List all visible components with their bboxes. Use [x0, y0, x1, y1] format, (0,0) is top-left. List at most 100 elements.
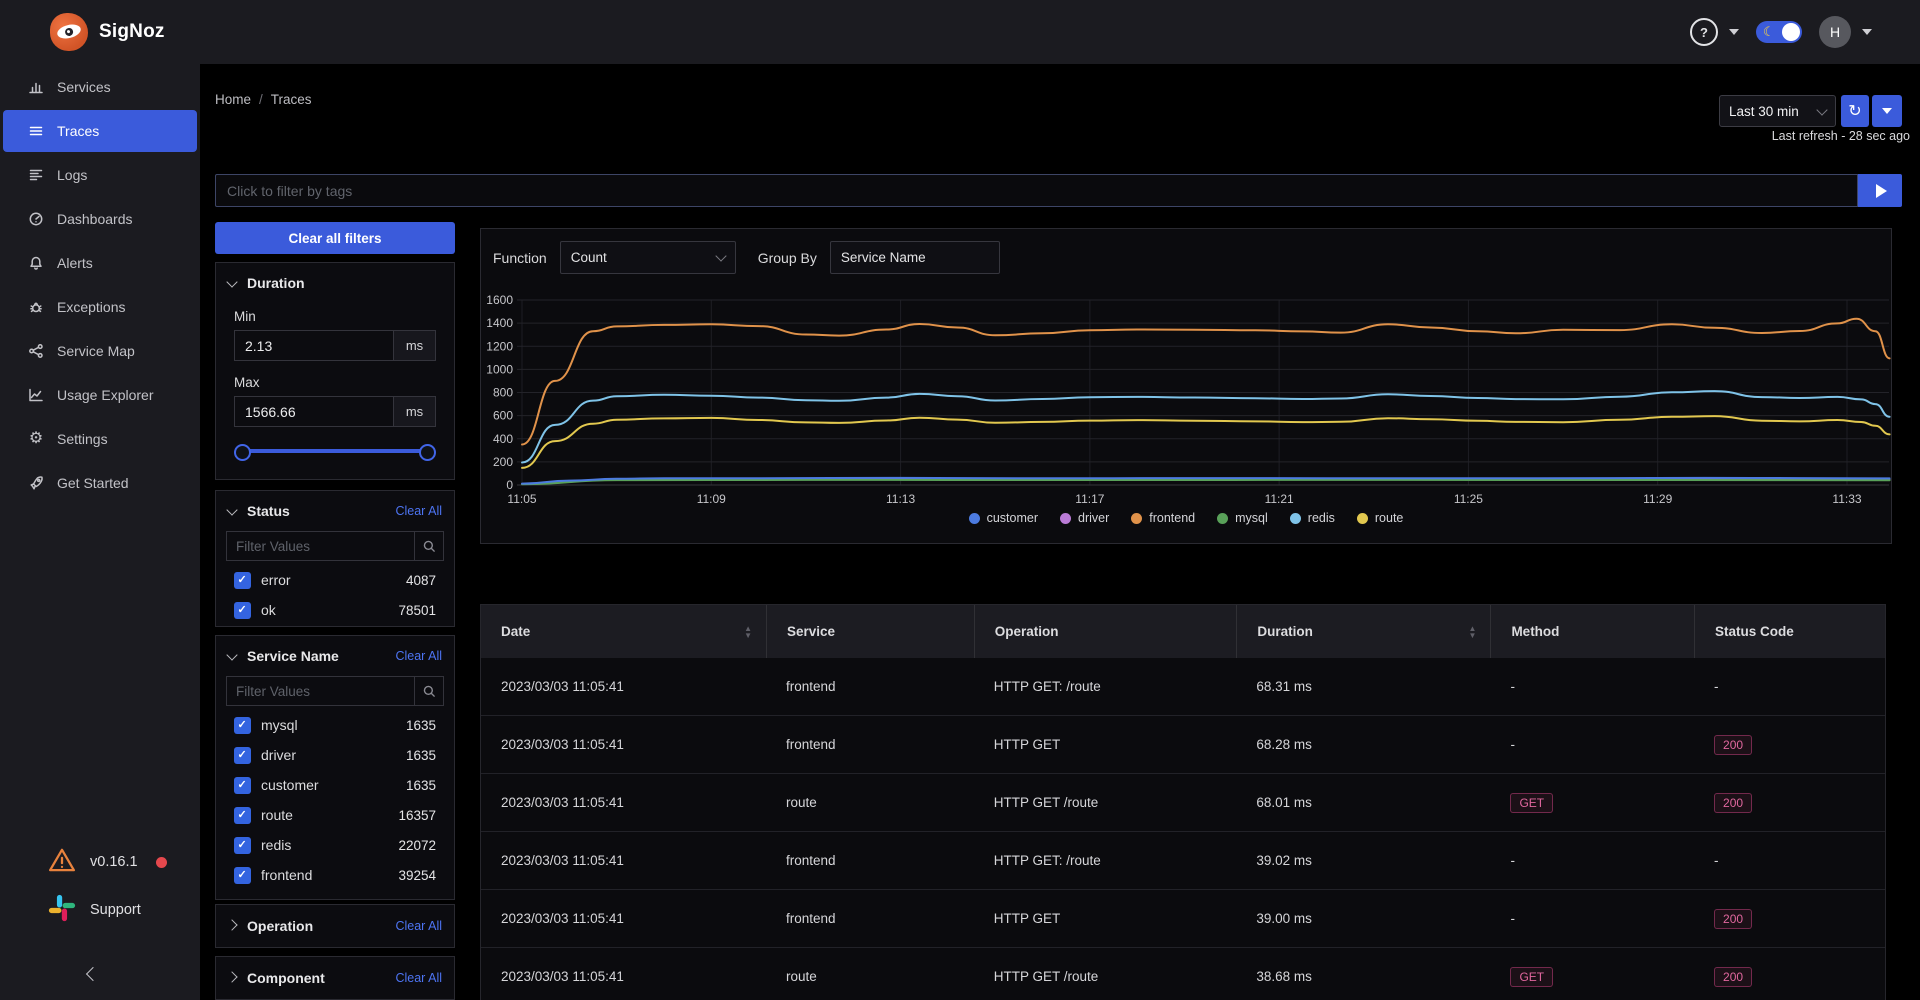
- breadcrumb-home[interactable]: Home: [215, 92, 251, 107]
- chevron-right-icon: [226, 919, 238, 931]
- table-row[interactable]: 2023/03/03 11:05:41 frontend HTTP GET 68…: [481, 716, 1885, 774]
- service-option-mysql[interactable]: mysql 1635: [234, 710, 436, 740]
- operation-clear-all-link[interactable]: Clear All: [395, 919, 442, 933]
- search-icon[interactable]: [414, 532, 443, 560]
- sort-icon[interactable]: ▲ ▼: [744, 624, 752, 639]
- user-menu-caret-icon[interactable]: [1862, 29, 1872, 35]
- tag-filter-bar[interactable]: [215, 174, 1858, 207]
- slider-track[interactable]: [236, 449, 434, 453]
- table-row[interactable]: 2023/03/03 11:05:41 route HTTP GET /rout…: [481, 948, 1885, 1000]
- legend-item[interactable]: customer: [968, 511, 1038, 525]
- duration-min-input[interactable]: [234, 330, 394, 361]
- cell-duration: 68.28 ms: [1256, 737, 1312, 752]
- legend-item[interactable]: frontend: [1131, 511, 1195, 525]
- sidebar-collapse-button[interactable]: [85, 966, 101, 984]
- sidebar-item-exceptions[interactable]: Exceptions: [3, 285, 197, 329]
- rocket-icon: [28, 475, 44, 491]
- help-icon[interactable]: ?: [1690, 18, 1718, 46]
- brand[interactable]: SigNoz: [0, 13, 165, 51]
- column-header-operation[interactable]: Operation: [973, 605, 1237, 658]
- help-caret-icon[interactable]: [1729, 29, 1739, 35]
- slider-max-handle[interactable]: [419, 444, 436, 461]
- svg-text:400: 400: [493, 432, 513, 446]
- legend-item[interactable]: driver: [1060, 511, 1109, 525]
- duration-header[interactable]: Duration: [216, 263, 454, 295]
- align-left-icon: [28, 167, 44, 183]
- service-name-header[interactable]: Service Name Clear All: [216, 636, 454, 668]
- sidebar-item-dashboards[interactable]: Dashboards: [3, 197, 197, 241]
- service-option-redis[interactable]: redis 22072: [234, 830, 436, 860]
- checkbox-checked[interactable]: [234, 571, 251, 589]
- main-content: Home / Traces Last 30 min ↻ Last refresh…: [200, 64, 1920, 1000]
- status-header[interactable]: Status Clear All: [216, 491, 454, 523]
- service-filter-values[interactable]: [226, 676, 444, 706]
- version-row[interactable]: v0.16.1: [48, 846, 167, 878]
- table-row[interactable]: 2023/03/03 11:05:41 route HTTP GET /rout…: [481, 774, 1885, 832]
- svg-text:1600: 1600: [486, 293, 513, 307]
- status-option-ok[interactable]: ok 78501: [234, 595, 436, 625]
- checkbox-checked[interactable]: [234, 746, 251, 764]
- service-option-route[interactable]: route 16357: [234, 800, 436, 830]
- table-row[interactable]: 2023/03/03 11:05:41 frontend HTTP GET 39…: [481, 890, 1885, 948]
- operation-header[interactable]: Operation Clear All: [216, 905, 454, 938]
- service-option-frontend[interactable]: frontend 39254: [234, 860, 436, 890]
- checkbox-checked[interactable]: [234, 716, 251, 734]
- group-by-select[interactable]: Service Name: [829, 241, 1000, 274]
- chevron-down-icon: [715, 250, 727, 262]
- legend-color-dot: [1356, 512, 1368, 524]
- sidebar-item-logs[interactable]: Logs: [3, 153, 197, 197]
- tag-filter-input[interactable]: [216, 182, 1857, 199]
- checkbox-checked[interactable]: [234, 866, 251, 884]
- sidebar-item-get-started[interactable]: Get Started: [3, 461, 197, 505]
- refresh-button[interactable]: ↻: [1841, 95, 1869, 127]
- search-icon[interactable]: [414, 677, 443, 705]
- sort-icon[interactable]: ▲ ▼: [1469, 624, 1477, 639]
- slider-min-handle[interactable]: [234, 444, 251, 461]
- component-clear-all-link[interactable]: Clear All: [395, 971, 442, 985]
- status-clear-all-link[interactable]: Clear All: [395, 504, 442, 518]
- column-header-service[interactable]: Service: [766, 605, 974, 658]
- function-select[interactable]: Count: [559, 241, 736, 274]
- table-row[interactable]: 2023/03/03 11:05:41 frontend HTTP GET: /…: [481, 658, 1885, 716]
- legend-item[interactable]: route: [1356, 511, 1403, 525]
- sidebar-item-settings[interactable]: ⚙ Settings: [3, 417, 197, 461]
- status-filter-values[interactable]: [226, 531, 444, 561]
- breadcrumb-current: Traces: [270, 92, 312, 107]
- sidebar-item-services[interactable]: Services: [3, 65, 197, 109]
- service-option-driver[interactable]: driver 1635: [234, 740, 436, 770]
- service-name-clear-all-link[interactable]: Clear All: [395, 649, 442, 663]
- run-filter-button[interactable]: [1858, 174, 1902, 207]
- legend-color-dot: [968, 512, 980, 524]
- clear-all-filters-button[interactable]: Clear all filters: [215, 222, 455, 254]
- column-header-date[interactable]: Date ▲ ▼: [481, 605, 766, 658]
- column-header-duration[interactable]: Duration ▲ ▼: [1236, 605, 1490, 658]
- column-header-method[interactable]: Method: [1490, 605, 1694, 658]
- service-filter-input[interactable]: [227, 677, 414, 705]
- legend-item[interactable]: redis: [1289, 511, 1335, 525]
- refresh-options-button[interactable]: [1872, 95, 1902, 127]
- time-range-select[interactable]: Last 30 min: [1719, 95, 1836, 127]
- support-row[interactable]: Support: [48, 894, 141, 926]
- sidebar-item-alerts[interactable]: Alerts: [3, 241, 197, 285]
- checkbox-checked[interactable]: [234, 836, 251, 854]
- cell-date: 2023/03/03 11:05:41: [501, 795, 624, 810]
- sidebar-item-usage-explorer[interactable]: Usage Explorer: [3, 373, 197, 417]
- service-option-customer[interactable]: customer 1635: [234, 770, 436, 800]
- sidebar-item-service-map[interactable]: Service Map: [3, 329, 197, 373]
- status-filter-input[interactable]: [227, 532, 414, 560]
- checkbox-checked[interactable]: [234, 776, 251, 794]
- legend-item[interactable]: mysql: [1217, 511, 1268, 525]
- sidebar-item-traces[interactable]: Traces: [3, 110, 197, 152]
- avatar[interactable]: H: [1819, 16, 1851, 48]
- checkbox-checked[interactable]: [234, 601, 251, 619]
- column-header-status-code[interactable]: Status Code: [1694, 605, 1885, 658]
- duration-slider[interactable]: [234, 443, 436, 461]
- theme-toggle[interactable]: ☾: [1756, 21, 1802, 43]
- table-row[interactable]: 2023/03/03 11:05:41 frontend HTTP GET: /…: [481, 832, 1885, 890]
- duration-max-input[interactable]: [234, 396, 394, 427]
- cell-operation: HTTP GET /route: [993, 795, 1099, 810]
- traces-timeseries-chart[interactable]: 11:05 11:09 11:13 11:17 11:21 11:25 11:29 11:33…: [481, 289, 1891, 517]
- status-option-error[interactable]: error 4087: [234, 565, 436, 595]
- component-header[interactable]: Component Clear All: [216, 957, 454, 990]
- checkbox-checked[interactable]: [234, 806, 251, 824]
